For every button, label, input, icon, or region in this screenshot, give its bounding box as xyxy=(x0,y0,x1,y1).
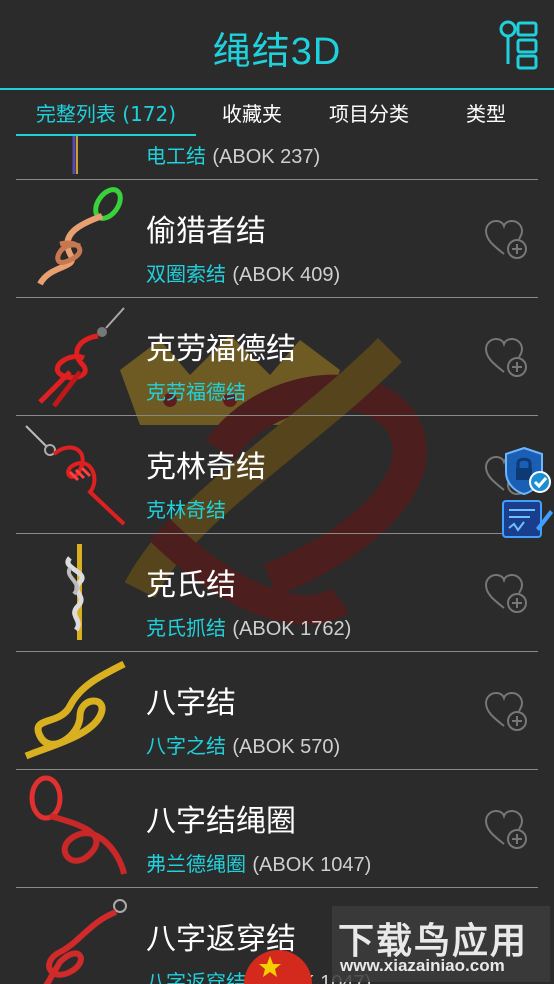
knot-abok: (ABOK 237) xyxy=(212,146,321,168)
knot-title: 克劳福德结 xyxy=(146,332,296,367)
knot-subtitle: 双圈索结 (ABOK 409) xyxy=(146,258,340,287)
knot-thumbnail xyxy=(25,425,126,526)
knot-list[interactable]: 电工结 (ABOK 237) 偷猎者结 双圈索结 (ABOK 409) 克劳福德… xyxy=(0,136,554,984)
knot-title: 八字结绳圈 xyxy=(146,804,296,839)
certificate-icon[interactable] xyxy=(500,498,554,540)
knot-subtitle: 克氏抓结 (ABOK 1762) xyxy=(146,612,351,641)
knot-thumbnail xyxy=(38,307,125,408)
china-flag-icon xyxy=(244,950,312,984)
knot-alt-name: 八字返穿结 xyxy=(146,970,246,984)
app-header: 绳结3D xyxy=(0,0,554,88)
search-list-icon[interactable] xyxy=(498,20,540,70)
add-favorite-icon[interactable] xyxy=(484,572,530,616)
knot-alt-name: 电工结 xyxy=(146,144,206,168)
list-item[interactable]: 克氏结 克氏抓结 (ABOK 1762) xyxy=(16,534,538,652)
knot-subtitle: 电工结 (ABOK 237) xyxy=(146,140,320,169)
knot-title: 偷猎者结 xyxy=(146,214,266,249)
knot-thumbnail xyxy=(43,899,127,984)
tab-full-list[interactable]: 完整列表 (172) xyxy=(16,92,196,136)
knot-title: 克林奇结 xyxy=(146,450,266,485)
tab-categories[interactable]: 项目分类 xyxy=(310,92,428,136)
knot-alt-name: 克氏抓结 xyxy=(146,616,226,640)
watermark-url: www.xiazainiao.com xyxy=(340,956,505,975)
tab-bar: 完整列表 (172) 收藏夹 项目分类 类型 xyxy=(0,92,554,136)
knot-subtitle: 克劳福德结 xyxy=(146,376,246,405)
tab-types[interactable]: 类型 xyxy=(440,92,532,136)
app-title-suffix: 3D xyxy=(290,31,342,73)
knot-alt-name: 克劳福德结 xyxy=(146,380,246,404)
add-favorite-icon[interactable] xyxy=(484,218,530,262)
knot-abok: (ABOK 570) xyxy=(232,736,341,758)
list-item[interactable]: 八字结绳圈 弗兰德绳圈 (ABOK 1047) xyxy=(16,770,538,888)
list-item[interactable]: 克劳福德结 克劳福德结 xyxy=(16,298,538,416)
list-item[interactable]: 偷猎者结 双圈索结 (ABOK 409) xyxy=(16,180,538,298)
knot-title: 克氏结 xyxy=(146,568,236,603)
list-item[interactable]: 电工结 (ABOK 237) xyxy=(16,136,538,180)
header-divider xyxy=(0,88,554,90)
knot-alt-name: 克林奇结 xyxy=(146,498,226,522)
app-title-main: 绳结 xyxy=(212,29,291,73)
knot-abok: (ABOK 409) xyxy=(232,264,341,286)
knot-alt-name: 双圈索结 xyxy=(146,262,226,286)
knot-thumbnail xyxy=(29,775,127,875)
list-item[interactable]: 克林奇结 克林奇结 xyxy=(16,416,538,534)
knot-alt-name: 弗兰德绳圈 xyxy=(146,852,246,876)
knot-thumbnail xyxy=(72,136,78,174)
knot-subtitle: 弗兰德绳圈 (ABOK 1047) xyxy=(146,848,371,877)
knot-subtitle: 八字之结 (ABOK 570) xyxy=(146,730,340,759)
add-favorite-icon[interactable] xyxy=(484,336,530,380)
knot-thumbnail xyxy=(65,544,85,640)
add-favorite-icon[interactable] xyxy=(484,690,530,734)
lock-shield-icon[interactable] xyxy=(502,446,552,496)
add-favorite-icon[interactable] xyxy=(484,808,530,852)
knot-abok: (ABOK 1047) xyxy=(252,854,372,876)
knot-subtitle: 克林奇结 xyxy=(146,494,226,523)
list-item[interactable]: 八字结 八字之结 (ABOK 570) xyxy=(16,652,538,770)
knot-thumbnail xyxy=(37,187,123,286)
knot-abok: (ABOK 1762) xyxy=(232,618,352,640)
app-title: 绳结3D xyxy=(0,20,554,75)
knot-thumbnail xyxy=(24,660,126,760)
knot-title: 八字结 xyxy=(146,686,236,721)
knot-alt-name: 八字之结 xyxy=(146,734,226,758)
tab-favorites[interactable]: 收藏夹 xyxy=(206,92,298,136)
watermark: 下载鸟应用 www.xiazainiao.com xyxy=(332,906,550,982)
